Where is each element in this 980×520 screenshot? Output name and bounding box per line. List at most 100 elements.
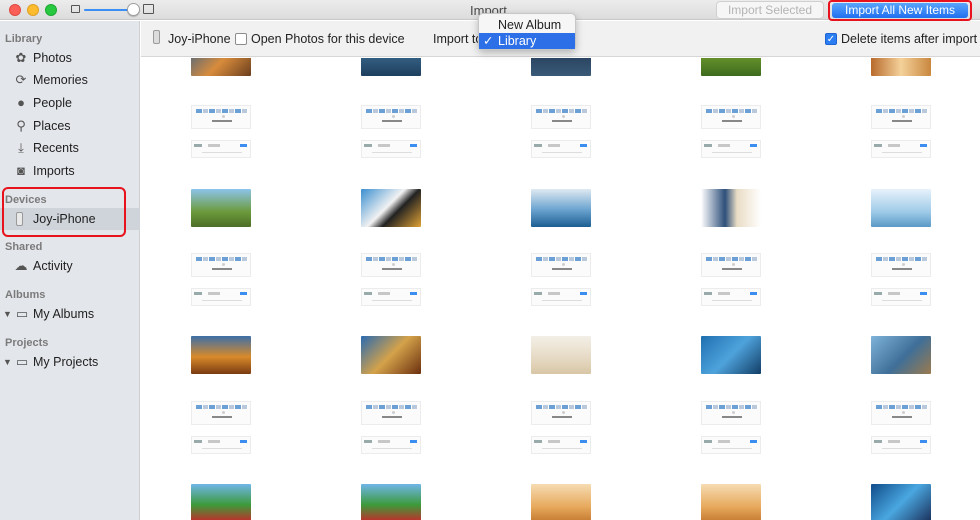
menu-item-library[interactable]: ✓ Library	[479, 33, 575, 49]
screenshot-thumbnail[interactable]	[361, 436, 421, 454]
sidebar-item-label: Photos	[33, 51, 72, 65]
photo-thumbnail[interactable]	[191, 336, 251, 374]
photo-thumbnail[interactable]	[701, 336, 761, 374]
import-all-highlight: Import All New Items	[828, 0, 972, 21]
photo-thumbnail[interactable]	[531, 484, 591, 520]
iphone-icon	[153, 30, 160, 44]
import-to-menu: New Album ✓ Library	[478, 13, 576, 50]
screenshot-thumbnail[interactable]	[191, 288, 251, 306]
screenshot-thumbnail[interactable]	[871, 140, 931, 158]
photo-thumbnail[interactable]	[701, 484, 761, 520]
menu-item-new-album[interactable]: New Album	[479, 17, 575, 33]
screenshot-thumbnail[interactable]	[191, 401, 251, 425]
sidebar-section-shared: Shared	[5, 241, 43, 253]
photo-thumbnail[interactable]	[701, 189, 761, 227]
import-all-new-items-button[interactable]: Import All New Items	[832, 3, 968, 18]
sidebar-item-label: My Albums	[33, 307, 95, 321]
checkmark-icon: ✓	[483, 34, 494, 48]
photo-thumbnail[interactable]	[191, 189, 251, 227]
devices-highlight	[2, 187, 126, 237]
sidebar-item-activity[interactable]: ☁ Activity	[0, 255, 140, 277]
imports-icon: ◙	[17, 163, 25, 178]
sidebar-item-my-albums[interactable]: ▼ ▭ My Albums	[0, 303, 140, 325]
sidebar: Library ✿ Photos ⟳ Memories ● People ⚲ P…	[0, 21, 140, 520]
places-icon: ⚲	[16, 118, 26, 133]
sidebar-item-people[interactable]: ● People	[0, 92, 140, 114]
screenshot-thumbnail[interactable]	[701, 288, 761, 306]
screenshot-thumbnail[interactable]	[871, 436, 931, 454]
sidebar-item-photos[interactable]: ✿ Photos	[0, 47, 140, 69]
open-photos-checkbox[interactable]	[235, 33, 247, 45]
sidebar-item-imports[interactable]: ◙ Imports	[0, 160, 140, 182]
menu-item-label: Library	[498, 34, 537, 48]
sidebar-item-label: Memories	[33, 73, 88, 87]
photo-thumbnail[interactable]	[871, 189, 931, 227]
sidebar-item-label: My Projects	[33, 355, 99, 369]
sidebar-item-memories[interactable]: ⟳ Memories	[0, 69, 140, 91]
screenshot-thumbnail[interactable]	[191, 253, 251, 277]
people-icon: ●	[17, 95, 25, 110]
screenshot-thumbnail[interactable]	[531, 140, 591, 158]
screenshot-thumbnail[interactable]	[701, 401, 761, 425]
screenshot-thumbnail[interactable]	[701, 253, 761, 277]
sidebar-item-label: Imports	[33, 164, 75, 178]
photo-thumbnail[interactable]	[361, 189, 421, 227]
disclosure-triangle-icon[interactable]: ▼	[3, 357, 12, 367]
delete-after-import-label[interactable]: Delete items after import	[841, 32, 977, 46]
screenshot-thumbnail[interactable]	[361, 140, 421, 158]
screenshot-thumbnail[interactable]	[871, 401, 931, 425]
screenshot-thumbnail[interactable]	[361, 253, 421, 277]
sidebar-item-my-projects[interactable]: ▼ ▭ My Projects	[0, 351, 140, 373]
delete-after-import-checkbox[interactable]: ✓	[825, 33, 837, 45]
open-photos-label[interactable]: Open Photos for this device	[251, 32, 405, 46]
photo-thumbnail[interactable]	[701, 58, 761, 76]
minimize-window-button[interactable]	[27, 4, 39, 16]
photo-thumbnail[interactable]	[531, 336, 591, 374]
screenshot-thumbnail[interactable]	[701, 140, 761, 158]
memories-icon: ⟳	[15, 72, 27, 87]
screenshot-thumbnail[interactable]	[531, 401, 591, 425]
screenshot-thumbnail[interactable]	[871, 288, 931, 306]
screenshot-thumbnail[interactable]	[361, 401, 421, 425]
photo-thumbnail[interactable]	[871, 484, 931, 520]
screenshot-thumbnail[interactable]	[531, 253, 591, 277]
photo-thumbnail[interactable]	[361, 336, 421, 374]
screenshot-thumbnail[interactable]	[191, 140, 251, 158]
zoom-slider-knob[interactable]	[127, 3, 140, 16]
cloud-icon: ☁	[14, 258, 28, 273]
photos-icon: ✿	[15, 50, 27, 65]
recents-icon: ⤓	[18, 140, 24, 155]
zoom-small-icon	[71, 5, 80, 13]
screenshot-thumbnail[interactable]	[361, 288, 421, 306]
photo-thumbnail[interactable]	[871, 58, 931, 76]
photo-thumbnail[interactable]	[191, 484, 251, 520]
import-selected-button[interactable]: Import Selected	[716, 1, 824, 19]
screenshot-thumbnail[interactable]	[701, 436, 761, 454]
sidebar-item-places[interactable]: ⚲ Places	[0, 115, 140, 137]
photo-thumbnail[interactable]	[361, 484, 421, 520]
checkmark-icon: ✓	[826, 34, 836, 45]
screenshot-thumbnail[interactable]	[191, 436, 251, 454]
close-window-button[interactable]	[9, 4, 21, 16]
photo-thumbnail[interactable]	[531, 58, 591, 76]
screenshot-thumbnail[interactable]	[361, 105, 421, 129]
screenshot-thumbnail[interactable]	[191, 105, 251, 129]
photo-thumbnail[interactable]	[531, 189, 591, 227]
screenshot-thumbnail[interactable]	[871, 105, 931, 129]
disclosure-triangle-icon[interactable]: ▼	[3, 309, 12, 319]
screenshot-thumbnail[interactable]	[531, 105, 591, 129]
zoom-large-icon	[143, 4, 154, 14]
photo-thumbnail[interactable]	[871, 336, 931, 374]
screenshot-thumbnail[interactable]	[531, 288, 591, 306]
photo-thumbnail[interactable]	[361, 58, 421, 76]
sidebar-item-recents[interactable]: ⤓ Recents	[0, 137, 140, 159]
photo-thumbnail[interactable]	[191, 58, 251, 76]
screenshot-thumbnail[interactable]	[701, 105, 761, 129]
screenshot-thumbnail[interactable]	[531, 436, 591, 454]
sidebar-item-label: Activity	[33, 259, 73, 273]
sidebar-section-projects: Projects	[5, 337, 49, 349]
sidebar-section-albums: Albums	[5, 289, 46, 301]
screenshot-thumbnail[interactable]	[871, 253, 931, 277]
folder-icon: ▭	[15, 354, 29, 369]
maximize-window-button[interactable]	[45, 4, 57, 16]
